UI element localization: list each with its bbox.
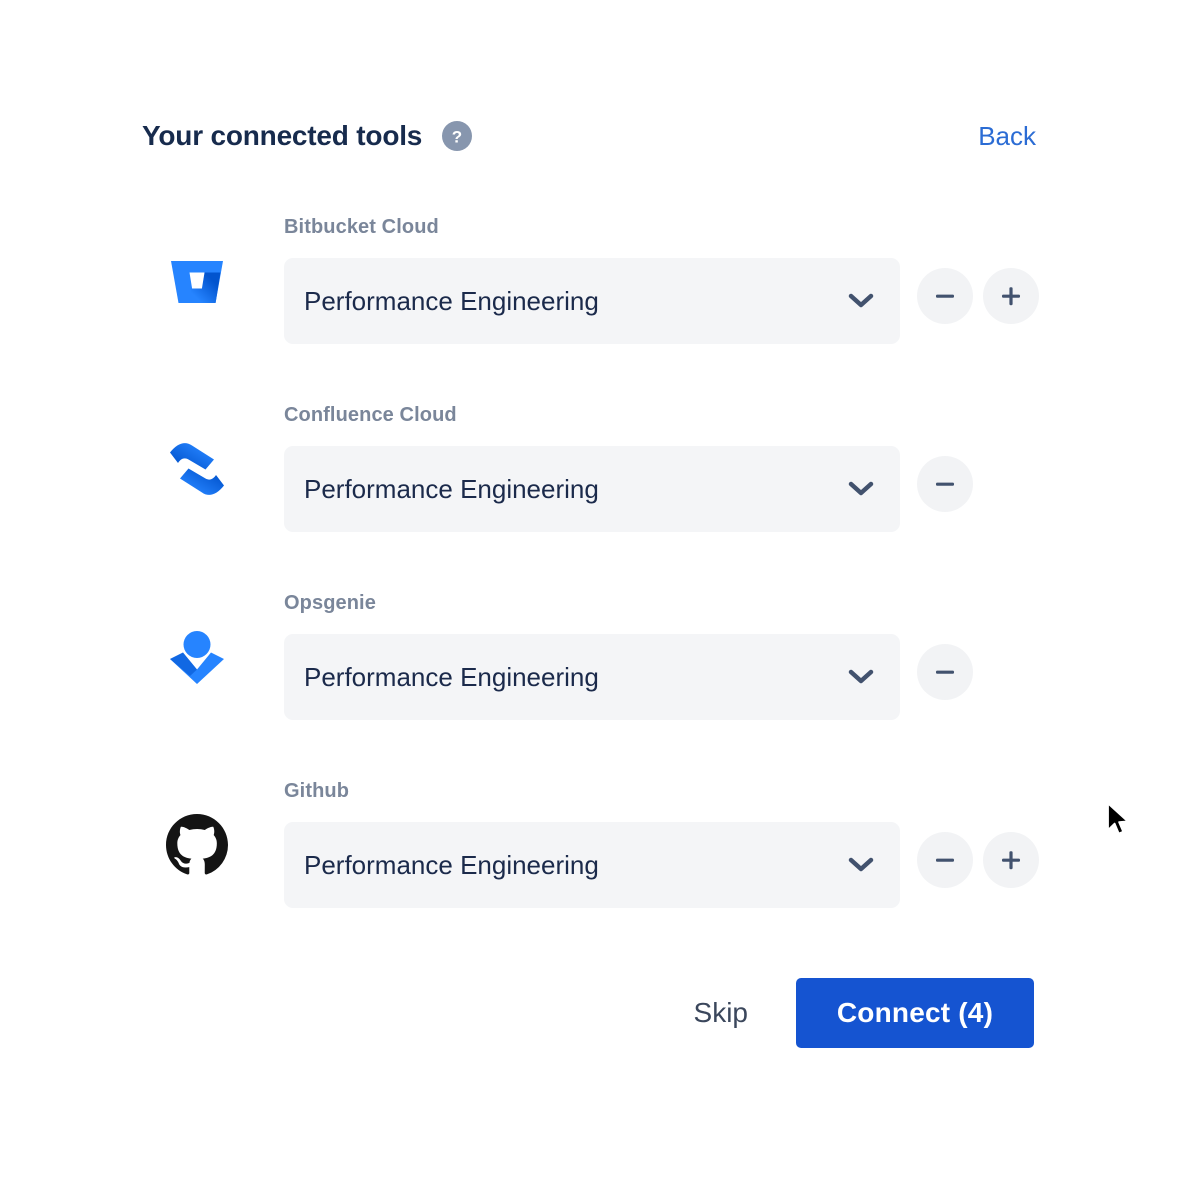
chevron-down-icon [836, 293, 900, 309]
chevron-down-icon [836, 481, 900, 497]
remove-tool-button[interactable] [917, 268, 973, 324]
svg-text:?: ? [452, 128, 462, 147]
tool-row: Confluence Cloud Performance Engineering [0, 394, 1186, 582]
footer-actions: Skip Connect (4) [0, 978, 1186, 1048]
tool-label: Opsgenie [284, 592, 376, 614]
add-tool-button[interactable] [983, 832, 1039, 888]
connected-tools-card: Your connected tools ? Back Bitbucket Cl… [0, 0, 1186, 1184]
tool-label: Bitbucket Cloud [284, 216, 439, 238]
confluence-logo-icon [162, 430, 232, 508]
row-actions [917, 832, 1039, 888]
tool-project-select-value: Performance Engineering [304, 473, 599, 504]
skip-button[interactable]: Skip [690, 987, 752, 1039]
tool-label: Confluence Cloud [284, 404, 457, 426]
page-title: Your connected tools [142, 120, 423, 151]
remove-tool-button[interactable] [917, 456, 973, 512]
tool-row: Github Performance Engineering [0, 770, 1186, 958]
tool-project-select-value: Performance Engineering [304, 285, 599, 316]
row-actions [917, 456, 973, 512]
remove-tool-button[interactable] [917, 832, 973, 888]
tool-project-select-value: Performance Engineering [304, 661, 599, 692]
row-actions [917, 644, 973, 700]
tools-list: Bitbucket Cloud Performance Engineering [0, 206, 1186, 958]
bitbucket-logo-icon [162, 242, 232, 320]
tool-project-select[interactable]: Performance Engineering [284, 634, 900, 720]
back-link[interactable]: Back [978, 123, 1036, 149]
tool-project-select[interactable]: Performance Engineering [284, 446, 900, 532]
connect-button[interactable]: Connect (4) [796, 978, 1034, 1048]
header-left-group: Your connected tools ? [142, 120, 473, 152]
question-mark-circle-icon[interactable]: ? [442, 121, 473, 151]
chevron-down-icon [836, 857, 900, 873]
tool-row: Bitbucket Cloud Performance Engineering [0, 206, 1186, 394]
tool-project-select[interactable]: Performance Engineering [284, 258, 900, 344]
tool-row: Opsgenie Performance Engineering [0, 582, 1186, 770]
remove-tool-button[interactable] [917, 644, 973, 700]
row-actions [917, 268, 1039, 324]
tool-label: Github [284, 780, 350, 802]
header: Your connected tools ? Back [142, 112, 1036, 160]
tool-project-select-value: Performance Engineering [304, 849, 599, 880]
chevron-down-icon [836, 669, 900, 685]
opsgenie-logo-icon [162, 618, 232, 696]
tool-project-select[interactable]: Performance Engineering [284, 822, 900, 908]
add-tool-button[interactable] [983, 268, 1039, 324]
github-logo-icon [162, 806, 232, 884]
